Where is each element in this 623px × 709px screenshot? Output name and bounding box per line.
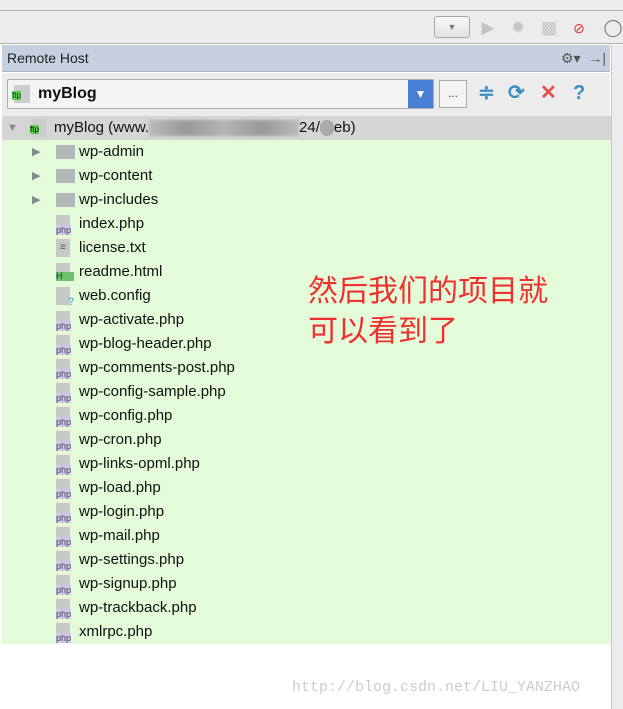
tree-item-label: wp-comments-post.php: [79, 359, 235, 376]
tree-item-label: wp-config.php: [79, 407, 173, 424]
collapse-all-icon[interactable]: ≑: [478, 82, 495, 104]
tree-item[interactable]: php wp-load.php: [2, 476, 612, 500]
tree-item-label: xmlrpc.php: [79, 623, 153, 640]
main-toolbar: ▼ ▶ ✹ ▩ ⊘ ◯: [0, 11, 623, 44]
tree-item-label: wp-links-opml.php: [79, 455, 200, 472]
php-file-icon: php: [56, 527, 72, 547]
host-toolbar: ftp myBlog ▼ ... ≑ ⟳ ✕ ?: [2, 73, 610, 116]
gear-icon[interactable]: ⚙▾: [561, 50, 581, 66]
tree-item-label: web.config: [79, 287, 151, 304]
tree-root-row[interactable]: ▼ ftp myBlog (www. 24/eb): [2, 116, 614, 140]
php-file-icon: php: [56, 407, 72, 427]
folder-icon: [56, 193, 75, 207]
hide-panel-icon[interactable]: →|: [588, 50, 606, 66]
php-file-icon: php: [56, 335, 72, 355]
close-icon[interactable]: ✕: [540, 82, 557, 104]
root-label: myBlog (www. 24/eb): [54, 119, 356, 137]
remote-file-tree: ▼ ftp myBlog (www. 24/eb) ▶ wp-admin ▶ wp-co…: [2, 116, 614, 644]
php-file-icon: php: [56, 551, 72, 571]
tree-item-label: wp-activate.php: [79, 311, 185, 328]
stop-debug-icon[interactable]: ⊘: [569, 18, 589, 38]
php-file-icon: php: [56, 575, 72, 595]
tree-item[interactable]: php wp-mail.php: [2, 524, 612, 548]
tree-item-label: wp-includes: [79, 191, 159, 208]
html-file-icon: H: [56, 263, 74, 281]
php-file-icon: php: [56, 359, 72, 379]
tree-item-label: index.php: [79, 215, 145, 232]
tree-item-label: wp-config-sample.php: [79, 383, 226, 400]
tree-item[interactable]: ▶ wp-admin: [2, 140, 612, 164]
help-icon[interactable]: ?: [573, 82, 585, 104]
search-icon[interactable]: ◯: [603, 18, 623, 38]
annotation-text: 然后我们的项目就 可以看到了: [308, 274, 548, 349]
tree-item-label: license.txt: [79, 239, 146, 256]
tree-item[interactable]: php index.php: [2, 212, 612, 236]
php-file-icon: php: [56, 503, 72, 523]
folder-icon: [56, 169, 75, 183]
tree-item-label: wp-signup.php: [79, 575, 177, 592]
expand-arrow-icon[interactable]: ▶: [32, 164, 40, 188]
panel-title: Remote Host: [7, 50, 89, 66]
tree-item-label: wp-admin: [79, 143, 145, 160]
tree-item-label: wp-cron.php: [79, 431, 162, 448]
tree-item-label: wp-load.php: [79, 479, 161, 496]
tree-item[interactable]: php wp-config-sample.php: [2, 380, 612, 404]
tree-item-label: wp-mail.php: [79, 527, 160, 544]
php-file-icon: php: [56, 479, 72, 499]
tree-item[interactable]: php wp-login.php: [2, 500, 612, 524]
expand-arrow-icon[interactable]: ▶: [32, 188, 40, 212]
run-icon[interactable]: ▶: [478, 18, 498, 38]
tree-item[interactable]: php wp-links-opml.php: [2, 452, 612, 476]
txt-file-icon: ≡: [56, 239, 70, 257]
debug-icon[interactable]: ✹: [508, 18, 528, 38]
tree-item[interactable]: ≡ license.txt: [2, 236, 612, 260]
php-file-icon: php: [56, 311, 72, 331]
tree-item-label: wp-trackback.php: [79, 599, 197, 616]
refresh-icon[interactable]: ⟳: [508, 82, 525, 104]
run-config-dropdown[interactable]: ▼: [434, 16, 470, 38]
tree-item[interactable]: php wp-signup.php: [2, 572, 612, 596]
tree-item[interactable]: php wp-cron.php: [2, 428, 612, 452]
tree-item[interactable]: ▶ wp-includes: [2, 188, 612, 212]
ftp-server-icon: ftp: [30, 119, 46, 137]
php-file-icon: php: [56, 431, 72, 451]
php-file-icon: php: [56, 455, 72, 475]
tree-item[interactable]: php xmlrpc.php: [2, 620, 612, 644]
server-select-value: myBlog: [38, 85, 97, 102]
tree-item-label: wp-blog-header.php: [79, 335, 212, 352]
tree-item[interactable]: php wp-settings.php: [2, 548, 612, 572]
expand-arrow-icon[interactable]: ▶: [32, 140, 40, 164]
php-file-icon: php: [56, 623, 72, 643]
tree-item-label: wp-content: [79, 167, 153, 184]
tree-item[interactable]: php wp-config.php: [2, 404, 612, 428]
coverage-icon[interactable]: ▩: [539, 18, 559, 38]
chevron-down-icon[interactable]: ▼: [408, 80, 433, 108]
tree-item[interactable]: php wp-comments-post.php: [2, 356, 612, 380]
tree-item[interactable]: php wp-trackback.php: [2, 596, 612, 620]
tree-item-label: readme.html: [79, 263, 163, 280]
folder-icon: [56, 145, 75, 159]
tree-item-label: wp-settings.php: [79, 551, 185, 568]
php-file-icon: php: [56, 383, 72, 403]
ftp-server-icon: ftp: [12, 85, 30, 103]
right-tool-strip[interactable]: [611, 45, 623, 709]
top-bar: [0, 0, 623, 11]
php-file-icon: php: [56, 599, 72, 619]
tree-item[interactable]: ▶ wp-content: [2, 164, 612, 188]
php-file-icon: php: [56, 215, 72, 235]
tree-item-label: wp-login.php: [79, 503, 165, 520]
expand-arrow-icon[interactable]: ▼: [7, 122, 18, 134]
server-select[interactable]: ftp myBlog ▼: [7, 79, 434, 109]
watermark: http://blog.csdn.net/LIU_YANZHAO: [292, 679, 581, 696]
browse-button[interactable]: ...: [439, 80, 467, 108]
unknown-file-icon: ?: [56, 287, 74, 308]
panel-header: Remote Host ⚙▾ →|: [2, 45, 610, 72]
